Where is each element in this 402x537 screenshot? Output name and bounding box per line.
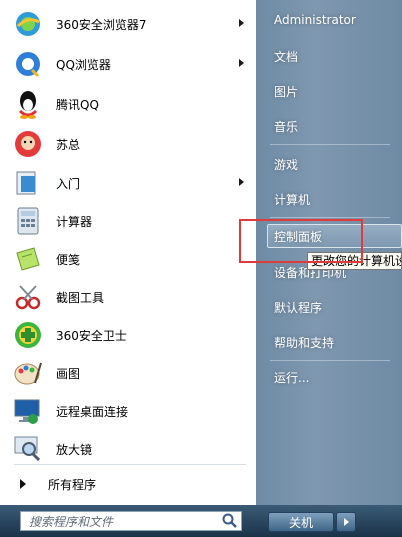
shutdown-button[interactable]: 关机: [268, 512, 334, 532]
submenu-arrow-icon: [239, 19, 244, 27]
divider: [270, 360, 390, 361]
program-tencent-qq[interactable]: 腾讯QQ: [6, 86, 250, 122]
search-box[interactable]: 搜索程序和文件: [20, 511, 242, 531]
search-icon[interactable]: [221, 512, 239, 530]
snipping-tool-icon: [12, 281, 44, 313]
program-label: 画图: [56, 366, 81, 381]
program-label: 截图工具: [56, 290, 105, 305]
computer-link[interactable]: 计算机: [258, 185, 402, 213]
all-programs-label: 所有程序: [48, 477, 97, 492]
shutdown-label: 关机: [288, 515, 313, 530]
help-support-link[interactable]: 帮助和支持: [258, 328, 402, 356]
magnifier-icon: [12, 433, 44, 465]
program-360-browser[interactable]: 360安全浏览器7: [6, 6, 250, 42]
start-menu: 360安全浏览器7 QQ浏览器 腾讯QQ 苏总 入门 计算器 便笺 截图工具 3…: [0, 0, 402, 537]
program-label: 腾讯QQ: [56, 97, 99, 112]
program-snipping-tool[interactable]: 截图工具: [6, 279, 250, 315]
program-label: QQ浏览器: [56, 57, 111, 72]
program-label: 360安全浏览器7: [56, 17, 147, 32]
divider: [14, 464, 246, 465]
pictures-label: 图片: [274, 84, 299, 99]
annotation-highlight-box: [239, 219, 363, 263]
qq-penguin-icon: [12, 88, 44, 120]
paint-icon: [12, 357, 44, 389]
program-getting-started[interactable]: 入门: [6, 165, 250, 201]
program-calculator[interactable]: 计算器: [6, 203, 250, 239]
program-qq-browser[interactable]: QQ浏览器: [6, 46, 250, 82]
program-label: 苏总: [56, 137, 81, 152]
chevron-right-icon: [344, 518, 349, 526]
getting-started-icon: [12, 167, 44, 199]
documents-link[interactable]: 文档: [258, 42, 402, 70]
default-programs-label: 默认程序: [274, 300, 323, 315]
divider: [270, 217, 390, 218]
default-programs-link[interactable]: 默认程序: [258, 293, 402, 321]
user-name: Administrator: [274, 13, 356, 27]
program-label: 入门: [56, 176, 81, 191]
search-input[interactable]: 搜索程序和文件: [29, 513, 221, 530]
run-link[interactable]: 运行...: [258, 363, 402, 391]
documents-label: 文档: [274, 49, 299, 64]
qq-browser-icon: [12, 48, 44, 80]
program-label: 远程桌面连接: [56, 404, 129, 419]
user-folder-link[interactable]: Administrator: [258, 6, 402, 34]
program-magnifier[interactable]: 放大镜: [6, 431, 250, 467]
music-link[interactable]: 音乐: [258, 112, 402, 140]
sticky-notes-icon: [12, 243, 44, 275]
remote-desktop-icon: [12, 395, 44, 427]
program-label: 360安全卫士: [56, 328, 127, 343]
360-browser-icon: [12, 8, 44, 40]
submenu-arrow-icon: [239, 59, 244, 67]
calculator-icon: [12, 205, 44, 237]
program-suzong[interactable]: 苏总: [6, 126, 250, 162]
program-label: 计算器: [56, 214, 93, 229]
submenu-arrow-icon: [239, 178, 244, 186]
expand-arrow-icon: [20, 479, 26, 489]
music-label: 音乐: [274, 119, 299, 134]
shutdown-options-button[interactable]: [336, 512, 356, 532]
360-safe-icon: [12, 319, 44, 351]
divider: [270, 144, 390, 145]
pictures-link[interactable]: 图片: [258, 77, 402, 105]
all-programs-button[interactable]: 所有程序: [6, 472, 250, 496]
program-sticky-notes[interactable]: 便笺: [6, 241, 250, 277]
program-remote-desktop[interactable]: 远程桌面连接: [6, 393, 250, 429]
program-label: 放大镜: [56, 442, 93, 457]
program-paint[interactable]: 画图: [6, 355, 250, 391]
computer-label: 计算机: [274, 192, 311, 207]
games-link[interactable]: 游戏: [258, 150, 402, 178]
games-label: 游戏: [274, 157, 299, 172]
run-label: 运行...: [274, 370, 310, 385]
program-360-safe[interactable]: 360安全卫士: [6, 317, 250, 353]
program-label: 便笺: [56, 252, 81, 267]
help-label: 帮助和支持: [274, 335, 335, 350]
avatar-icon: [12, 128, 44, 160]
programs-panel: 360安全浏览器7 QQ浏览器 腾讯QQ 苏总 入门 计算器 便笺 截图工具 3…: [0, 0, 257, 505]
